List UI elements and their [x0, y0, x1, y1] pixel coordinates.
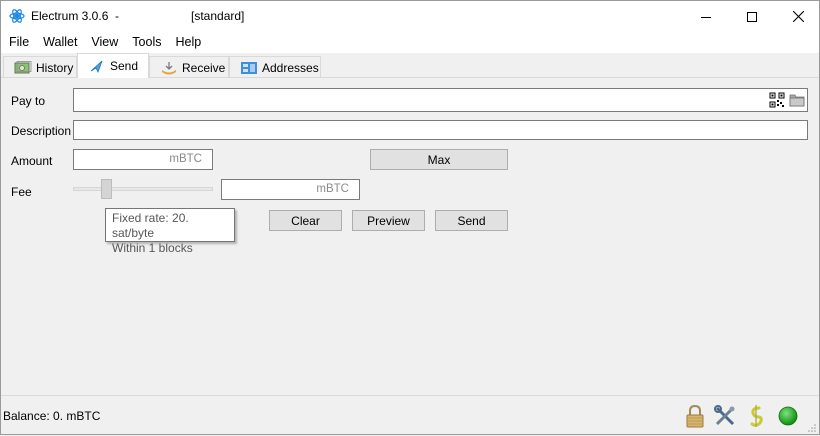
tooltip-fee-rate: Fixed rate: 20. sat/byte — [112, 211, 189, 240]
receive-icon — [160, 61, 178, 75]
description-label: Description — [11, 124, 72, 138]
fee-slider-handle[interactable] — [101, 179, 112, 199]
preferences-icon[interactable] — [712, 403, 738, 429]
tab-send[interactable]: Send — [77, 53, 149, 78]
pay-to-label: Pay to — [11, 94, 46, 108]
description-input[interactable] — [73, 120, 808, 140]
folder-icon[interactable] — [789, 92, 805, 108]
amount-unit: mBTC — [169, 153, 202, 165]
tab-history-label: History — [36, 60, 74, 75]
menu-bar: File Wallet View Tools Help — [1, 32, 819, 53]
balance-label: Balance: 0. mBTC — [3, 409, 101, 423]
lock-icon[interactable] — [682, 403, 708, 429]
menu-view[interactable]: View — [84, 32, 125, 53]
send-button[interactable]: Send — [435, 210, 508, 231]
seed-icon[interactable] — [743, 403, 769, 429]
menu-help[interactable]: Help — [168, 32, 208, 53]
window-title: Electrum 3.0.6 - — [31, 9, 120, 23]
fee-unit: mBTC — [316, 183, 349, 195]
minimize-button[interactable] — [683, 1, 729, 32]
tab-addresses[interactable]: Addresses — [229, 56, 321, 78]
close-icon — [792, 11, 804, 22]
send-icon — [88, 59, 106, 74]
resize-grip-icon[interactable] — [807, 422, 817, 432]
tab-send-label: Send — [110, 59, 139, 73]
tab-receive-label: Receive — [182, 60, 226, 75]
tab-bar: History Send Receive Addresses — [1, 53, 819, 78]
close-button[interactable] — [775, 1, 820, 32]
status-bar: Balance: 0. mBTC — [1, 395, 819, 434]
main-window: Electrum 3.0.6 - [standard] File Wallet … — [0, 0, 820, 435]
fee-tooltip: Fixed rate: 20. sat/byte Within 1 blocks — [105, 208, 235, 255]
electrum-logo-icon — [9, 8, 25, 24]
fee-input[interactable]: mBTC — [221, 179, 360, 200]
pay-to-input[interactable] — [73, 88, 808, 112]
menu-file[interactable]: File — [1, 32, 36, 53]
qr-code-icon[interactable] — [769, 92, 785, 108]
network-status-icon[interactable] — [775, 403, 801, 429]
amount-label: Amount — [11, 154, 53, 168]
fee-label: Fee — [11, 185, 32, 199]
tab-receive[interactable]: Receive — [149, 56, 229, 78]
wallet-type-label: [standard] — [191, 9, 245, 23]
tab-addresses-label: Addresses — [262, 60, 319, 75]
tab-history[interactable]: History — [3, 56, 77, 78]
tooltip-fee-target: Within 1 blocks — [112, 241, 193, 255]
title-bar[interactable]: Electrum 3.0.6 - [standard] — [1, 1, 819, 32]
max-button[interactable]: Max — [370, 149, 508, 170]
menu-wallet[interactable]: Wallet — [36, 32, 84, 53]
addresses-icon — [240, 61, 258, 75]
fee-slider-track[interactable] — [73, 187, 213, 191]
maximize-icon — [747, 11, 757, 22]
send-panel: Pay to Description Amount mBTC Max Fee m… — [1, 77, 819, 395]
menu-tools[interactable]: Tools — [125, 32, 168, 53]
preview-button[interactable]: Preview — [352, 210, 425, 231]
clear-button[interactable]: Clear — [269, 210, 342, 231]
history-icon — [14, 60, 32, 75]
minimize-icon — [701, 16, 711, 18]
maximize-button[interactable] — [729, 1, 775, 32]
amount-input[interactable]: mBTC — [73, 149, 213, 170]
